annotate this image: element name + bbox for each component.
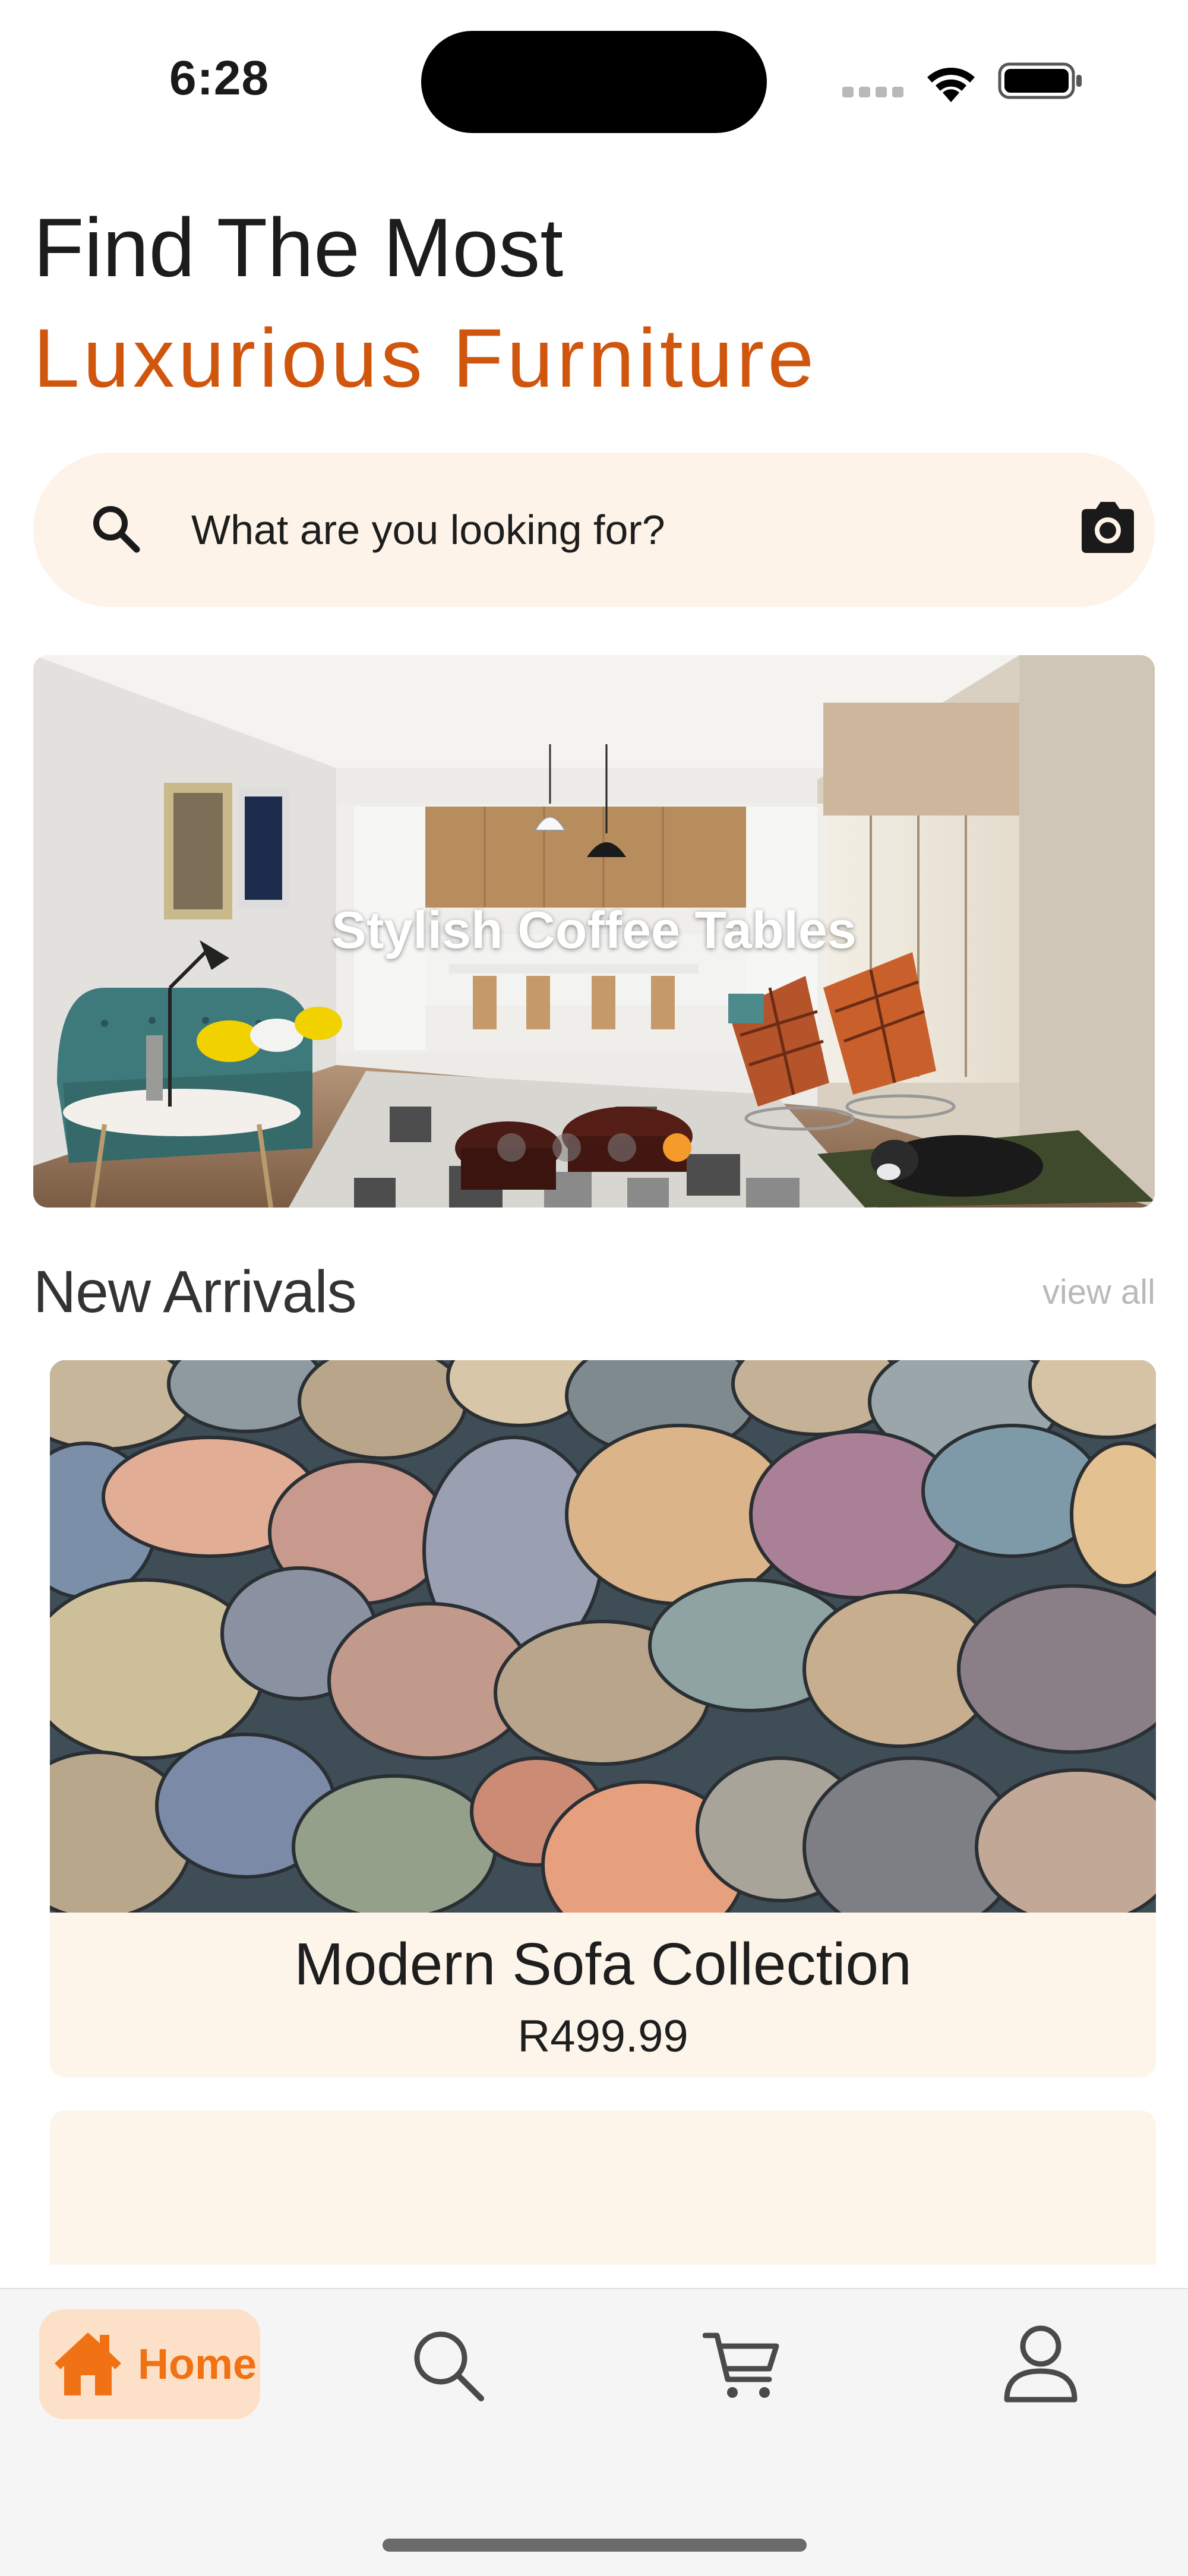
camera-icon[interactable]: [1078, 501, 1138, 554]
wifi-icon: [927, 68, 975, 102]
product-image: [50, 1360, 1156, 1913]
profile-icon[interactable]: [1002, 2324, 1079, 2403]
search-input[interactable]: [191, 500, 993, 560]
carousel-dot[interactable]: [607, 1133, 636, 1162]
cart-icon[interactable]: [703, 2327, 780, 2403]
promo-banner[interactable]: Stylish Coffee Tables: [33, 655, 1155, 1208]
view-all-link[interactable]: view all: [1010, 1272, 1155, 1312]
page-title-line-1: Find The Most: [33, 201, 564, 294]
nav-item-home-label[interactable]: Home: [138, 2340, 257, 2389]
carousel-dot[interactable]: [497, 1133, 526, 1162]
product-card[interactable]: [50, 2110, 1156, 2265]
search-icon[interactable]: [89, 502, 143, 555]
cellular-signal-icon: [842, 87, 904, 97]
product-card[interactable]: Modern Sofa Collection R499.99: [50, 1360, 1156, 2078]
page-title-line-2: Luxurious Furniture: [33, 311, 818, 404]
home-icon[interactable]: [50, 2325, 126, 2401]
product-name: Modern Sofa Collection: [294, 1931, 912, 1997]
carousel-dot-active[interactable]: [662, 1133, 691, 1162]
home-indicator[interactable]: [383, 2539, 807, 2552]
dynamic-island: [421, 31, 767, 133]
banner-title: Stylish Coffee Tables: [331, 900, 857, 959]
search-icon[interactable]: [410, 2327, 486, 2403]
section-title: New Arrivals: [33, 1259, 357, 1325]
carousel-indicator: [33, 1133, 1155, 1162]
carousel-dot[interactable]: [552, 1133, 581, 1162]
product-price: R499.99: [517, 2011, 688, 2062]
status-time: 6:28: [169, 51, 270, 105]
battery-icon: [998, 62, 1082, 99]
